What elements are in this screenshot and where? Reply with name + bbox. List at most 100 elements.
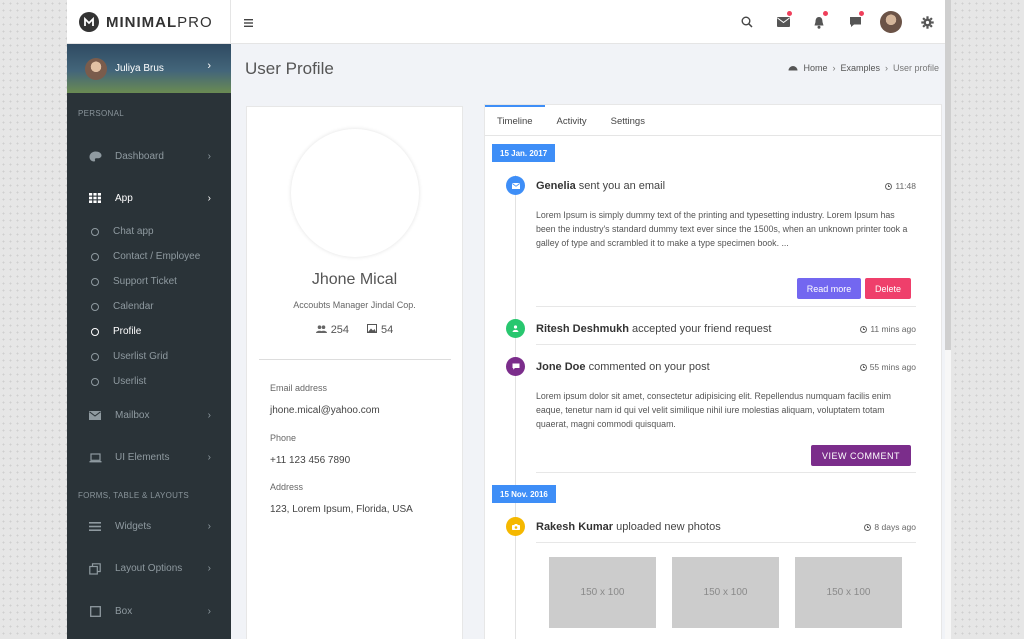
delete-button[interactable]: Delete (865, 278, 911, 299)
people-icon (315, 324, 327, 336)
mail-icon (506, 176, 525, 195)
clock-icon (885, 182, 893, 190)
email-info: Email address jhone.mical@yahoo.com (270, 383, 380, 416)
sidebar-item-layout-options[interactable]: Layout Options › (67, 547, 231, 590)
breadcrumb: Home › Examples › User profile (788, 63, 939, 73)
tab-settings[interactable]: Settings (599, 105, 657, 136)
divider (536, 344, 916, 345)
chat-icon[interactable] (837, 0, 873, 44)
phone-label: Phone (270, 433, 297, 443)
sidebar-item-mailbox[interactable]: Mailbox › (67, 394, 231, 436)
clock-icon (864, 523, 872, 531)
sidebar-item-box[interactable]: Box › (67, 590, 231, 632)
comment-icon (506, 357, 525, 376)
sidebar: Juliya Brus › PERSONAL Dashboard › App ›… (67, 44, 231, 639)
breadcrumb-home[interactable]: Home (803, 63, 827, 73)
profile-role: Accoubts Manager Jindal Cop. (293, 300, 416, 310)
sidebar-subitem-contact[interactable]: Contact / Employee (67, 244, 231, 269)
phone-info: Phone +11 123 456 7890 (270, 433, 350, 466)
avatar (880, 11, 902, 33)
email-value: jhone.mical@yahoo.com (270, 405, 380, 416)
palette-icon (88, 149, 102, 163)
chevron-right-icon: › (207, 409, 211, 421)
top-navbar: MINIMALPRO (67, 0, 951, 639)
timeline-item: Ritesh Deshmukh accepted your friend req… (536, 323, 916, 341)
sidebar-item-label: App (115, 192, 133, 204)
page-header: User Profile Home › Examples › User prof… (231, 44, 951, 93)
timeline-item: Rakesh Kumar uploaded new photos 8 days … (536, 521, 916, 539)
logo[interactable]: MINIMALPRO (67, 0, 231, 44)
sidebar-subitem-support-ticket[interactable]: Support Ticket (67, 269, 231, 294)
circle-icon (91, 302, 99, 311)
divider (536, 472, 916, 473)
circle-icon (91, 277, 99, 286)
photo-thumbnail[interactable]: 150 x 100 (672, 557, 779, 628)
photo-thumbnail[interactable]: 150 x 100 (549, 557, 656, 628)
user-icon (506, 319, 525, 338)
tab-activity[interactable]: Activity (545, 105, 599, 136)
timeline-item-header: Jone Doe commented on your post 55 mins … (536, 361, 916, 373)
view-comment-button[interactable]: VIEW COMMENT (811, 445, 911, 466)
address-value: 123, Lorem Ipsum, Florida, USA (270, 504, 413, 515)
circle-icon (91, 327, 99, 336)
chevron-right-icon: › (207, 60, 211, 72)
sidebar-item-widgets[interactable]: Widgets › (67, 505, 231, 547)
sidebar-item-label: Widgets (115, 520, 152, 532)
profile-card: Jhone Mical Accoubts Manager Jindal Cop.… (246, 106, 463, 639)
sidebar-item-dashboard[interactable]: Dashboard › (67, 135, 231, 177)
sidebar-user-panel[interactable]: Juliya Brus › (67, 44, 231, 93)
chevron-right-icon: › (207, 452, 211, 463)
sidebar-item-app[interactable]: App › (67, 177, 231, 219)
sidebar-item-label: Dashboard (115, 150, 164, 162)
profile-name: Jhone Mical (311, 271, 398, 288)
chevron-right-icon: › (884, 63, 888, 73)
phone-value: +11 123 456 7890 (270, 455, 351, 466)
followers-stat: 254 (315, 324, 349, 336)
photo-thumbnail[interactable]: 150 x 100 (795, 557, 902, 628)
main-content: User Profile Home › Examples › User prof… (231, 44, 951, 639)
sidebar-item-label: Mailbox (115, 409, 150, 421)
user-avatar-button[interactable] (873, 0, 909, 44)
read-more-button[interactable]: Read more (797, 278, 861, 299)
chevron-right-icon: › (207, 150, 211, 162)
chevron-right-icon: › (207, 192, 211, 204)
mail-icon[interactable] (765, 0, 801, 44)
clock-icon (860, 325, 868, 333)
chevron-right-icon: › (207, 563, 211, 574)
sidebar-subitem-userlist[interactable]: Userlist (67, 369, 231, 394)
date-badge: 15 Nov. 2016 (492, 485, 556, 503)
sidebar-subitem-profile[interactable]: Profile (67, 319, 231, 344)
timeline-time: 55 mins ago (859, 362, 916, 372)
timeline-line (515, 175, 516, 639)
sidebar-item-label: UI Elements (115, 452, 170, 463)
circle-icon (91, 252, 99, 261)
copy-icon (88, 562, 102, 576)
image-icon (367, 324, 378, 336)
sidebar-user-name: Juliya Brus (115, 63, 164, 74)
logo-text: MINIMALPRO (106, 13, 213, 31)
sidebar-section-personal: PERSONAL (78, 109, 124, 118)
circle-icon (91, 352, 99, 361)
breadcrumb-examples[interactable]: Examples (840, 63, 880, 73)
bell-icon[interactable] (801, 0, 837, 44)
divider (536, 542, 916, 543)
sidebar-item-label: Layout Options (115, 563, 183, 574)
search-icon[interactable] (729, 0, 765, 44)
timeline-item-header: Rakesh Kumar uploaded new photos 8 days … (536, 521, 916, 533)
sidebar-subitem-calendar[interactable]: Calendar (67, 294, 231, 319)
address-label: Address (270, 482, 304, 492)
chevron-right-icon: › (207, 520, 211, 532)
app-window: MINIMALPRO Juliya Brus › PERSONAL Dashbo… (67, 0, 951, 639)
timeline-item: Genelia sent you an email 11:48 Lorem Ip… (536, 180, 916, 250)
timeline-item-body: Lorem Ipsum is simply dummy text of the … (536, 210, 908, 248)
avatar (85, 57, 107, 80)
menu-toggle-icon[interactable] (244, 14, 253, 30)
sidebar-subitem-chat-app[interactable]: Chat app (67, 219, 231, 244)
sidebar-subitem-userlist-grid[interactable]: Userlist Grid (67, 344, 231, 369)
sidebar-submenu-app: Chat app Contact / Employee Support Tick… (67, 219, 231, 394)
timeline-time: 11 mins ago (860, 324, 916, 334)
tab-timeline[interactable]: Timeline (485, 105, 545, 136)
gear-icon[interactable] (909, 0, 945, 44)
logo-mark-icon (79, 12, 99, 32)
sidebar-item-ui-elements[interactable]: UI Elements › (67, 436, 231, 479)
